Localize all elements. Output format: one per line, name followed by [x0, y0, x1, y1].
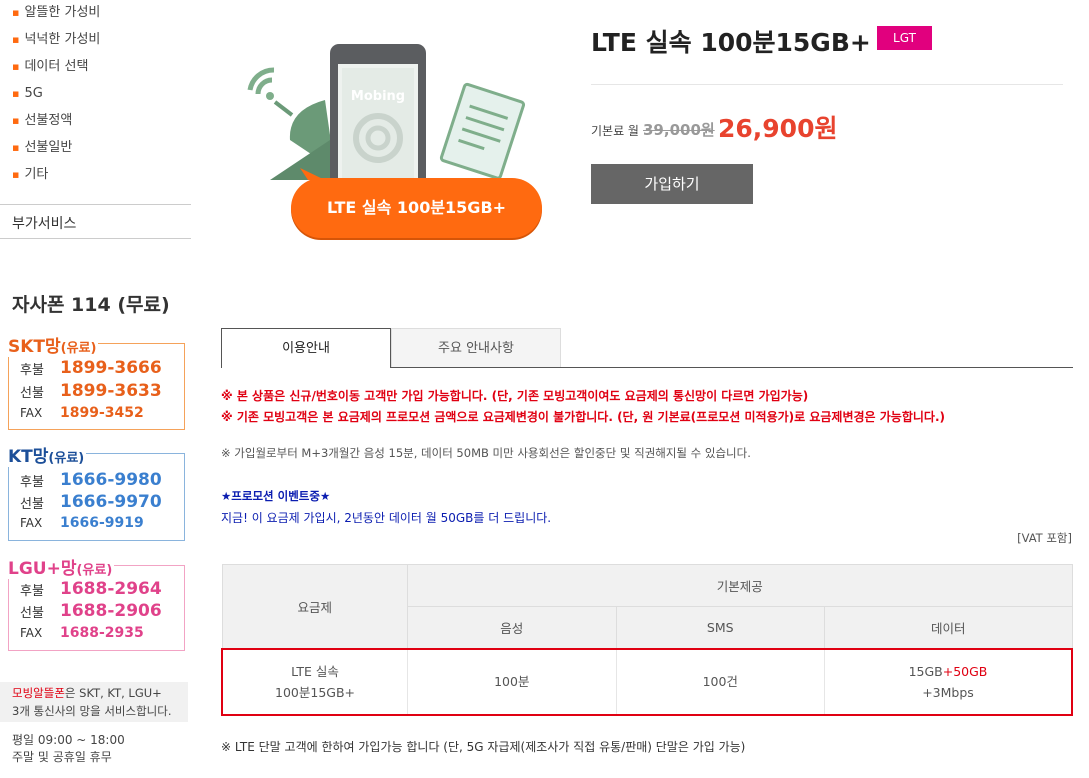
lgu-prepaid-row: 선불 1688-2906: [20, 601, 162, 621]
header-sms: SMS: [615, 606, 825, 649]
tab-key-notices[interactable]: 주요 안내사항: [391, 328, 561, 368]
cell-plan: LTE 실속 100분15GB+: [221, 647, 408, 716]
category-item[interactable]: ▪ 선불일반: [12, 139, 100, 166]
document-icon: [439, 82, 526, 180]
title-divider: [591, 84, 1063, 85]
cell-data: 15GB+50GB +3Mbps: [823, 647, 1073, 716]
addon-service-link[interactable]: 부가서비스: [0, 204, 191, 239]
sale-price: 26,900원: [718, 114, 838, 143]
category-item[interactable]: ▪ 데이터 선택: [12, 58, 100, 85]
kt-title: KT망(유료): [8, 442, 87, 467]
skt-fax-row: FAX 1899-3452: [20, 405, 144, 421]
kt-postpaid-row: 후불 1666-9980: [20, 470, 162, 490]
lgu-postpaid-row: 후불 1688-2964: [20, 579, 162, 599]
skt-postpaid-number: 1899-3666: [60, 358, 162, 378]
skt-fax-number: 1899-3452: [60, 405, 144, 421]
category-item[interactable]: ▪ 5G: [12, 85, 100, 112]
plan-table: 요금제 기본제공 음성 SMS 데이터 LTE 실속 100분15GB+ 100분…: [221, 564, 1073, 716]
kt-fax-row: FAX 1666-9919: [20, 515, 144, 531]
kt-prepaid-row: 선불 1666-9970: [20, 492, 162, 512]
category-item[interactable]: ▪ 알뜰한 가성비: [12, 4, 100, 31]
header-data: 데이터: [823, 606, 1073, 649]
bullet-icon: ▪: [12, 6, 20, 19]
bullet-icon: ▪: [12, 60, 20, 73]
category-list: ▪ 알뜰한 가성비 ▪ 넉넉한 가성비 ▪ 데이터 선택 ▪ 5G ▪ 선불정액 ▪ 선불일…: [12, 4, 100, 193]
footer-note: ※ LTE 단말 고객에 한하여 가입가능 합니다 (단, 5G 자급제(제조사…: [221, 740, 746, 754]
business-hours: 평일 09:00 ~ 18:00 주말 및 공휴일 휴무: [12, 733, 125, 764]
lgu-contact-box: LGU+망(유료) 후불 1688-2964 선불 1688-2906 FAX 168…: [8, 554, 185, 651]
cell-voice: 100분: [407, 647, 617, 716]
bullet-icon: ▪: [12, 168, 20, 181]
carrier-badge: LGT: [877, 26, 932, 50]
skt-postpaid-row: 후불 1899-3666: [20, 358, 162, 378]
lgu-postpaid-number: 1688-2964: [60, 579, 162, 599]
notice-existing-customers: ※ 기존 모빙고객은 본 요금제의 프로모션 금액으로 요금제변경이 불가합니다…: [221, 410, 946, 424]
kt-fax-number: 1666-9919: [60, 515, 144, 531]
notice-new-customers: ※ 본 상품은 신규/번호이동 고객만 가입 가능합니다. (단, 기존 모빙고…: [221, 389, 809, 403]
skt-contact-box: SKT망(유료) 후불 1899-3666 선불 1899-3633 FAX 1899…: [8, 332, 185, 430]
tab-usage-guide[interactable]: 이용안내: [221, 328, 391, 368]
carrier-notice: 모빙알뜰폰은 SKT, KT, LGU+ 3개 통신사의 망을 서비스합니다.: [0, 682, 188, 722]
join-button[interactable]: 가입하기: [591, 164, 753, 204]
original-price: 39,000원: [643, 121, 715, 139]
header-basic: 기본제공: [407, 564, 1073, 607]
visual-plan-pill: LTE 실속 100분15GB+: [291, 178, 542, 238]
tab-divider: [390, 367, 1073, 368]
phone-brand-text: Mobing: [351, 89, 405, 104]
header-voice: 음성: [407, 606, 617, 649]
promo-text: 지금! 이 요금제 가입시, 2년동안 데이터 월 50GB를 더 드립니다.: [221, 511, 552, 525]
cell-sms: 100건: [615, 647, 825, 716]
bullet-icon: ▪: [12, 33, 20, 46]
promo-title: ★프로모션 이벤트중★: [221, 489, 331, 503]
kt-contact-box: KT망(유료) 후불 1666-9980 선불 1666-9970 FAX 1666-…: [8, 442, 185, 541]
vat-note: [VAT 포함]: [1017, 531, 1072, 545]
category-item[interactable]: ▪ 선불정액: [12, 112, 100, 139]
sidebar: ▪ 알뜰한 가성비 ▪ 넉넉한 가성비 ▪ 데이터 선택 ▪ 5G ▪ 선불정액 ▪ 선불일…: [0, 0, 192, 778]
lgu-fax-row: FAX 1688-2935: [20, 625, 144, 641]
header-plan: 요금제: [221, 564, 409, 649]
kt-postpaid-number: 1666-9980: [60, 470, 162, 490]
category-item[interactable]: ▪ 넉넉한 가성비: [12, 31, 100, 58]
bullet-icon: ▪: [12, 141, 20, 154]
lgu-title: LGU+망(유료): [8, 554, 115, 579]
product-visual: Mobing LTE 실속 100분15GB+: [230, 30, 560, 245]
skt-prepaid-row: 선불 1899-3633: [20, 381, 162, 401]
lgu-fax-number: 1688-2935: [60, 625, 144, 641]
skt-title: SKT망(유료): [8, 332, 99, 357]
category-item[interactable]: ▪ 기타: [12, 166, 100, 193]
skt-prepaid-number: 1899-3633: [60, 381, 162, 401]
lgu-prepaid-number: 1688-2906: [60, 601, 162, 621]
phone114-heading: 자사폰 114 (무료): [12, 294, 170, 316]
bullet-icon: ▪: [12, 114, 20, 127]
notice-usage-policy: ※ 가입월로부터 M+3개월간 음성 15분, 데이터 50MB 미만 사용회선…: [221, 446, 751, 460]
price-label: 기본료 월: [591, 124, 639, 138]
kt-prepaid-number: 1666-9970: [60, 492, 162, 512]
table-row: LTE 실속 100분15GB+ 100분 100건 15GB+50GB +3Mbp…: [221, 647, 1073, 716]
bullet-icon: ▪: [12, 87, 20, 100]
product-title: LTE 실속 100분15GB+: [591, 28, 871, 57]
